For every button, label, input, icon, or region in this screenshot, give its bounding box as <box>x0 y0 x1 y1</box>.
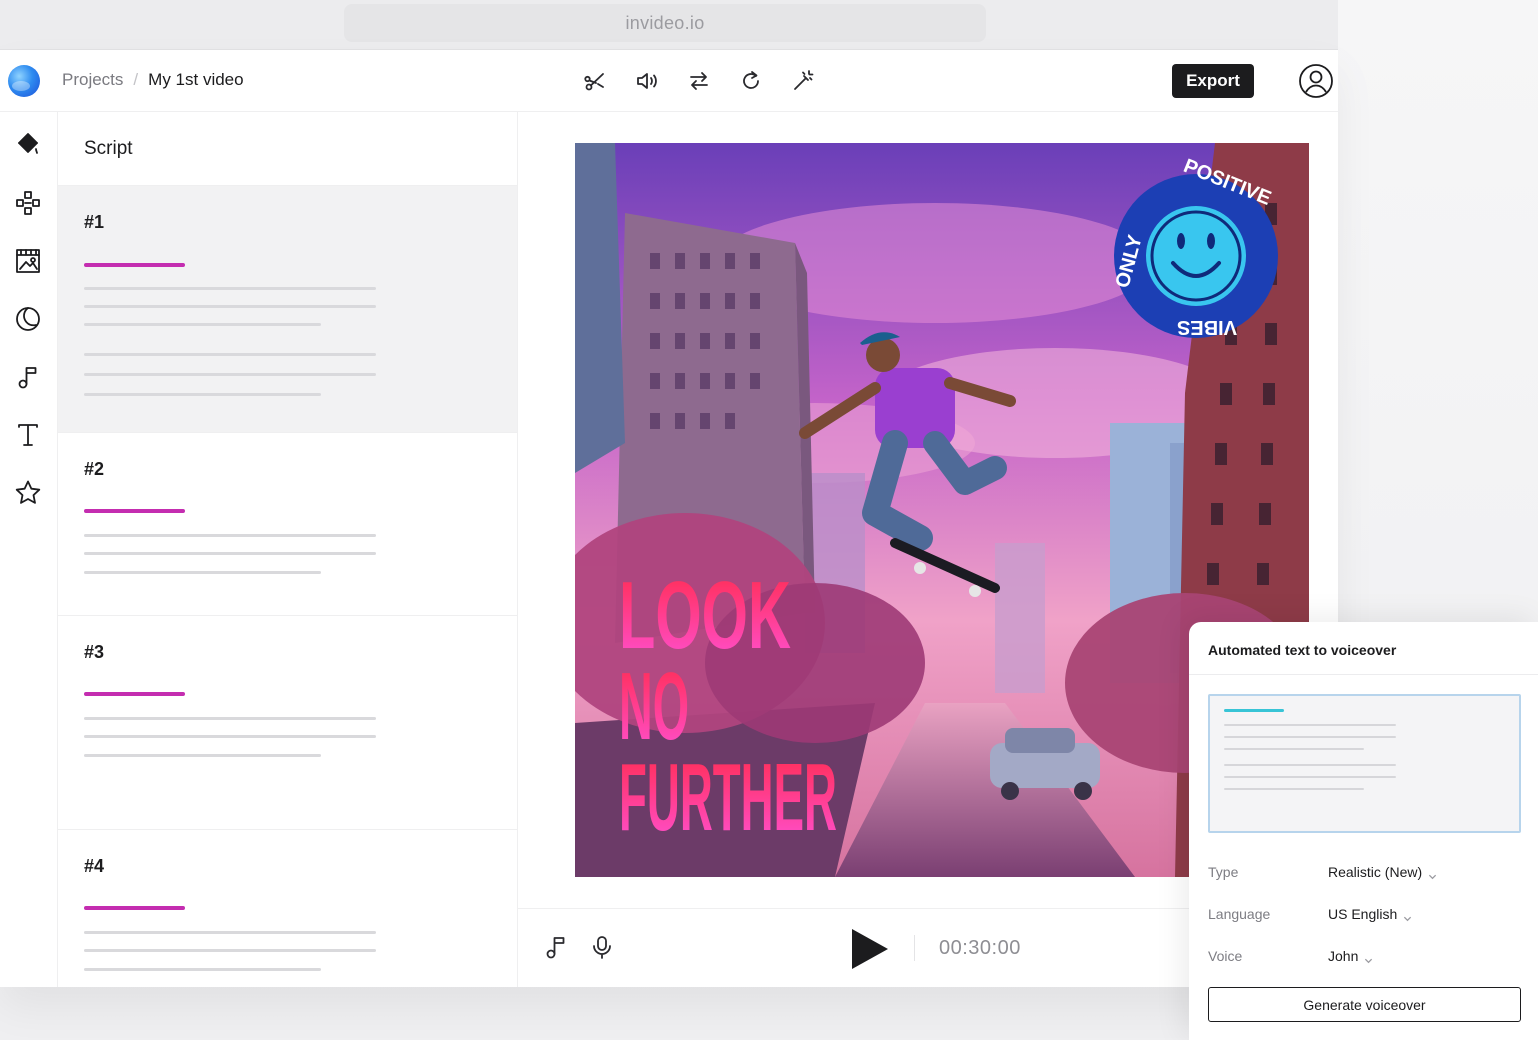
scene-text-line <box>84 305 376 308</box>
voiceover-text-line <box>1224 788 1364 790</box>
chevron-down-icon <box>1403 910 1412 921</box>
scene-text-line <box>84 949 376 952</box>
url-bar[interactable]: invideo.io <box>344 4 986 42</box>
type-dropdown[interactable]: Realistic (New) <box>1328 864 1437 880</box>
voice-dropdown[interactable]: John <box>1328 948 1373 964</box>
scene-text-line <box>84 571 321 574</box>
scene-number: #3 <box>84 642 105 662</box>
voiceover-text-line <box>1224 736 1396 738</box>
elements-icon[interactable] <box>12 187 44 219</box>
scene-text-line <box>84 968 321 971</box>
script-panel: Script #1 #2 #3 #4 <box>58 112 518 987</box>
timecode: 00:30:00 <box>939 937 1021 959</box>
scene-card[interactable]: #1 <box>58 185 517 432</box>
screen: invideo.io Projects / My 1st video Expor… <box>0 0 1538 1040</box>
chevron-down-icon <box>1428 868 1437 879</box>
scene-card[interactable]: #2 <box>58 432 517 615</box>
sticker-icon[interactable] <box>12 303 44 335</box>
script-title: Script <box>84 138 133 159</box>
text-icon[interactable] <box>12 419 44 451</box>
play-button[interactable] <box>850 927 890 971</box>
left-rail <box>0 112 58 987</box>
swap-icon[interactable] <box>682 64 716 98</box>
scene-number: #1 <box>84 212 105 232</box>
redo-icon[interactable] <box>734 64 768 98</box>
scene-accent-bar <box>84 263 185 267</box>
paint-bucket-icon[interactable] <box>12 129 44 161</box>
breadcrumb-separator: / <box>133 70 139 89</box>
scene-text-line <box>84 717 376 720</box>
account-icon[interactable] <box>1298 63 1334 99</box>
magic-wand-icon[interactable] <box>786 64 820 98</box>
scene-text-line <box>84 931 376 934</box>
export-button[interactable]: Export <box>1172 64 1254 98</box>
chevron-down-icon <box>1364 952 1373 963</box>
scene-text-line <box>84 353 376 356</box>
voice-label: Voice <box>1208 948 1243 964</box>
language-label: Language <box>1208 906 1271 922</box>
scene-card[interactable]: #3 <box>58 615 517 829</box>
top-bar: Projects / My 1st video Export <box>0 50 1338 112</box>
scene-number: #4 <box>84 856 105 876</box>
star-icon[interactable] <box>12 477 44 509</box>
voiceover-text-area[interactable] <box>1208 694 1521 833</box>
scene-number: #2 <box>84 459 105 479</box>
type-value: Realistic (New) <box>1328 864 1423 880</box>
browser-bar: invideo.io <box>0 0 1338 50</box>
media-icon[interactable] <box>12 245 44 277</box>
voiceover-title: Automated text to voiceover <box>1208 642 1397 658</box>
scene-text-line <box>84 287 376 290</box>
invideo-logo-icon[interactable] <box>8 65 40 97</box>
editor-window: Projects / My 1st video Export Script #1… <box>0 50 1338 987</box>
player-divider <box>914 935 915 961</box>
scene-accent-bar <box>84 906 185 910</box>
scene-text-line <box>84 323 321 326</box>
url-text: invideo.io <box>625 12 705 33</box>
scene-card[interactable]: #4 <box>58 829 517 987</box>
headline-line-3: FURTHER <box>619 744 837 851</box>
scene-text-line <box>84 393 321 396</box>
volume-icon[interactable] <box>630 64 664 98</box>
music-icon[interactable] <box>12 361 44 393</box>
scissors-icon[interactable] <box>578 64 612 98</box>
scene-text-line <box>84 373 376 376</box>
voiceover-divider <box>1189 674 1538 675</box>
toolbar <box>578 64 820 98</box>
play-icon <box>852 929 888 969</box>
voiceover-language-row: Language US English <box>1208 904 1528 926</box>
language-dropdown[interactable]: US English <box>1328 906 1412 922</box>
voiceover-text-line <box>1224 724 1396 726</box>
voiceover-text-line <box>1224 748 1364 750</box>
voice-value: John <box>1328 948 1359 964</box>
language-value: US English <box>1328 906 1398 922</box>
project-name[interactable]: My 1st video <box>148 70 243 90</box>
voiceover-text-line <box>1224 764 1396 766</box>
type-label: Type <box>1208 864 1239 880</box>
scene-text-line <box>84 534 376 537</box>
scene-text-line <box>84 552 376 555</box>
breadcrumb: Projects / My 1st video <box>62 70 244 90</box>
scene-accent-bar <box>84 692 185 696</box>
voiceover-text-line <box>1224 776 1396 778</box>
scene-accent-bar <box>84 509 185 513</box>
scene-text-line <box>84 735 376 738</box>
microphone-icon[interactable] <box>588 933 616 961</box>
voiceover-panel: Automated text to voiceover Type Realist… <box>1189 622 1538 1040</box>
badge-text-bottom: VIBES <box>1177 316 1237 338</box>
voiceover-type-row: Type Realistic (New) <box>1208 862 1528 884</box>
generate-voiceover-button[interactable]: Generate voiceover <box>1208 987 1521 1022</box>
breadcrumb-projects[interactable]: Projects <box>62 70 123 90</box>
voiceover-voice-row: Voice John <box>1208 946 1528 968</box>
scene-text-line <box>84 754 321 757</box>
music-note-icon[interactable] <box>542 933 570 961</box>
voiceover-text-accent <box>1224 709 1284 712</box>
